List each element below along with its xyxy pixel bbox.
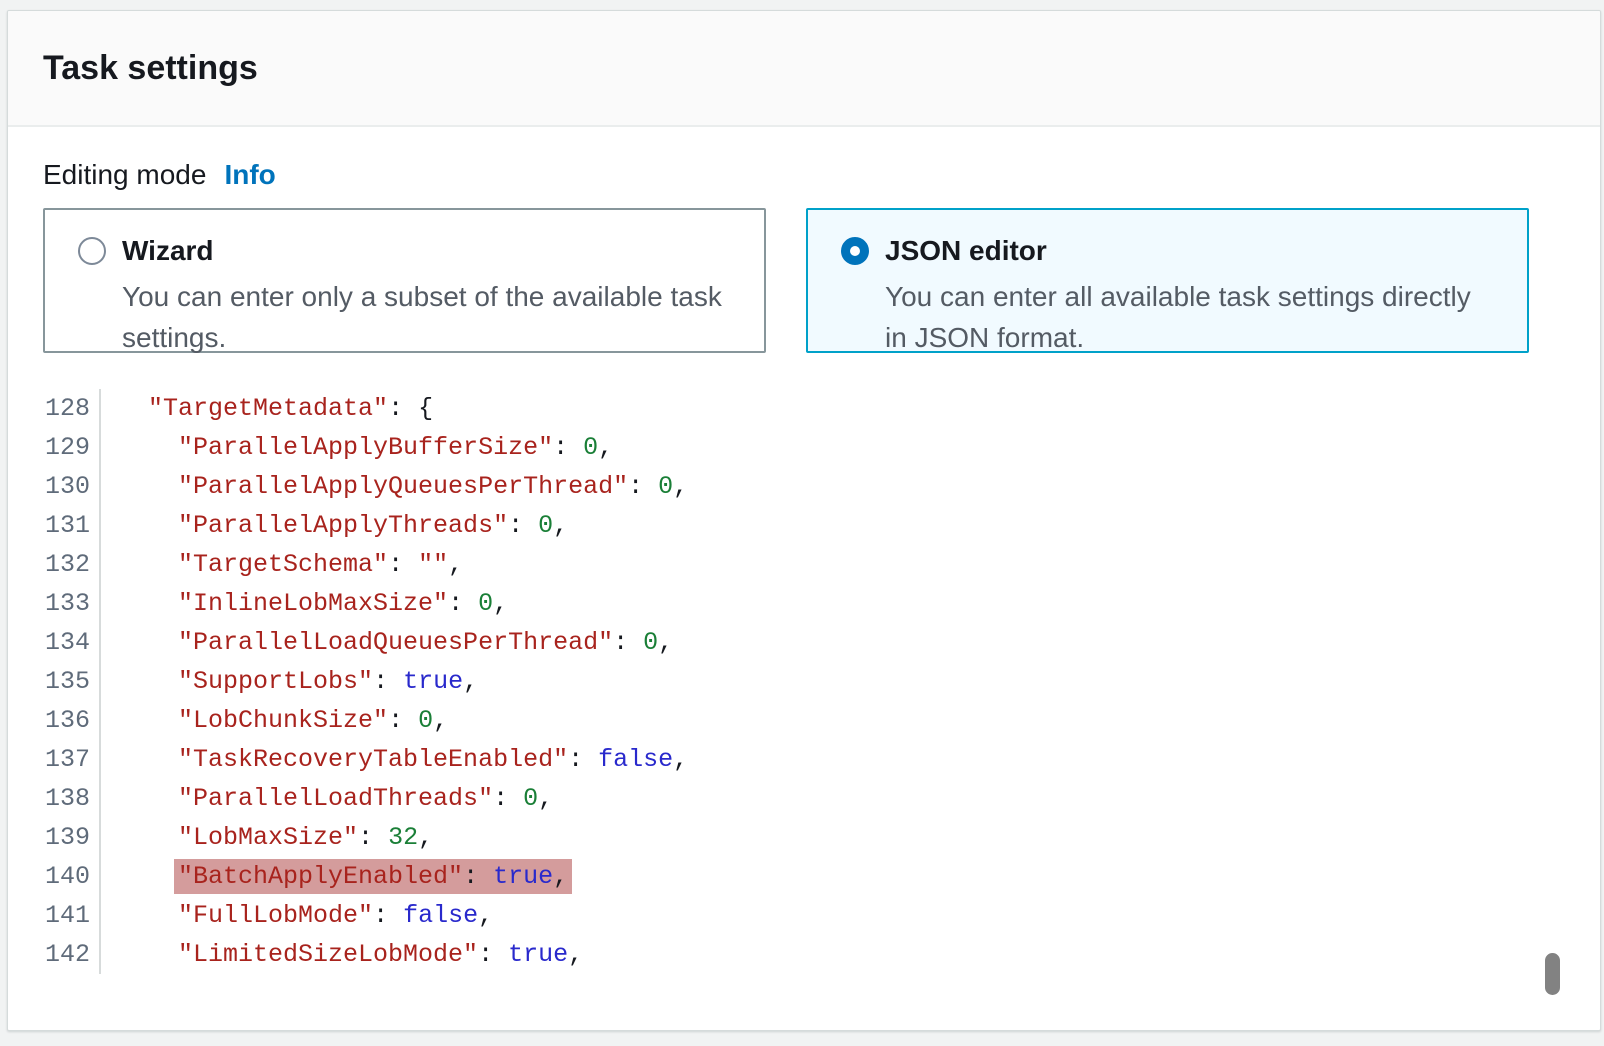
editing-mode-row: Editing mode Info	[43, 159, 1565, 191]
code-content: "ParallelApplyBufferSize": 0,	[101, 428, 613, 467]
radio-wizard[interactable]	[78, 237, 106, 265]
page-title: Task settings	[43, 49, 258, 88]
code-line-132: 132 "TargetSchema": "",	[43, 545, 1565, 584]
code-content: "ParallelLoadThreads": 0,	[101, 779, 553, 818]
panel-header: Task settings	[8, 11, 1600, 127]
line-number: 134	[43, 623, 101, 662]
tile-json-editor-description: You can enter all available task setting…	[841, 276, 1497, 359]
code-content: "ParallelApplyQueuesPerThread": 0,	[101, 467, 688, 506]
tile-wizard-description: You can enter only a subset of the avail…	[78, 276, 734, 359]
code-line-138: 138 "ParallelLoadThreads": 0,	[43, 779, 1565, 818]
code-content: "TargetMetadata": {	[101, 389, 433, 428]
line-number: 141	[43, 896, 101, 935]
code-content: "BatchApplyEnabled": true,	[101, 857, 568, 896]
line-number: 135	[43, 662, 101, 701]
code-line-129: 129 "ParallelApplyBufferSize": 0,	[43, 428, 1565, 467]
code-line-142: 142 "LimitedSizeLobMode": true,	[43, 935, 1565, 974]
code-line-134: 134 "ParallelLoadQueuesPerThread": 0,	[43, 623, 1565, 662]
editing-mode-tiles: Wizard You can enter only a subset of th…	[43, 208, 1565, 353]
code-line-133: 133 "InlineLobMaxSize": 0,	[43, 584, 1565, 623]
line-number: 131	[43, 506, 101, 545]
code-content: "ParallelApplyThreads": 0,	[101, 506, 568, 545]
code-content: "InlineLobMaxSize": 0,	[101, 584, 508, 623]
tile-wizard-label: Wizard	[122, 235, 214, 267]
code-content: "ParallelLoadQueuesPerThread": 0,	[101, 623, 673, 662]
code-line-128: 128 "TargetMetadata": {	[43, 389, 1565, 428]
line-number: 142	[43, 935, 101, 974]
code-line-135: 135 "SupportLobs": true,	[43, 662, 1565, 701]
radio-json-editor[interactable]	[841, 237, 869, 265]
line-number: 137	[43, 740, 101, 779]
code-line-130: 130 "ParallelApplyQueuesPerThread": 0,	[43, 467, 1565, 506]
tile-wizard[interactable]: Wizard You can enter only a subset of th…	[43, 208, 766, 353]
line-number: 136	[43, 701, 101, 740]
line-number: 140	[43, 857, 101, 896]
code-line-137: 137 "TaskRecoveryTableEnabled": false,	[43, 740, 1565, 779]
code-line-139: 139 "LobMaxSize": 32,	[43, 818, 1565, 857]
code-line-140: 140 "BatchApplyEnabled": true,	[43, 857, 1565, 896]
code-content: "LobMaxSize": 32,	[101, 818, 433, 857]
line-number: 133	[43, 584, 101, 623]
highlighted-token: "BatchApplyEnabled": true,	[174, 859, 572, 894]
tile-json-editor[interactable]: JSON editor You can enter all available …	[806, 208, 1529, 353]
code-content: "TargetSchema": "",	[101, 545, 463, 584]
line-number: 139	[43, 818, 101, 857]
task-settings-panel: Task settings Editing mode Info Wizard Y…	[7, 10, 1601, 1031]
editor-scrollbar-thumb[interactable]	[1545, 953, 1560, 995]
line-number: 132	[43, 545, 101, 584]
line-number: 128	[43, 389, 101, 428]
code-content: "FullLobMode": false,	[101, 896, 493, 935]
code-content: "LimitedSizeLobMode": true,	[101, 935, 583, 974]
code-line-131: 131 "ParallelApplyThreads": 0,	[43, 506, 1565, 545]
info-link[interactable]: Info	[224, 159, 275, 191]
editing-mode-label: Editing mode	[43, 159, 206, 191]
line-number: 129	[43, 428, 101, 467]
code-line-136: 136 "LobChunkSize": 0,	[43, 701, 1565, 740]
panel-body: Editing mode Info Wizard You can enter o…	[8, 127, 1600, 974]
code-content: "LobChunkSize": 0,	[101, 701, 448, 740]
line-number: 138	[43, 779, 101, 818]
code-line-141: 141 "FullLobMode": false,	[43, 896, 1565, 935]
code-content: "TaskRecoveryTableEnabled": false,	[101, 740, 688, 779]
json-editor-code[interactable]: 128 "TargetMetadata": {129 "ParallelAppl…	[43, 389, 1565, 974]
tile-json-editor-label: JSON editor	[885, 235, 1047, 267]
code-content: "SupportLobs": true,	[101, 662, 478, 701]
line-number: 130	[43, 467, 101, 506]
